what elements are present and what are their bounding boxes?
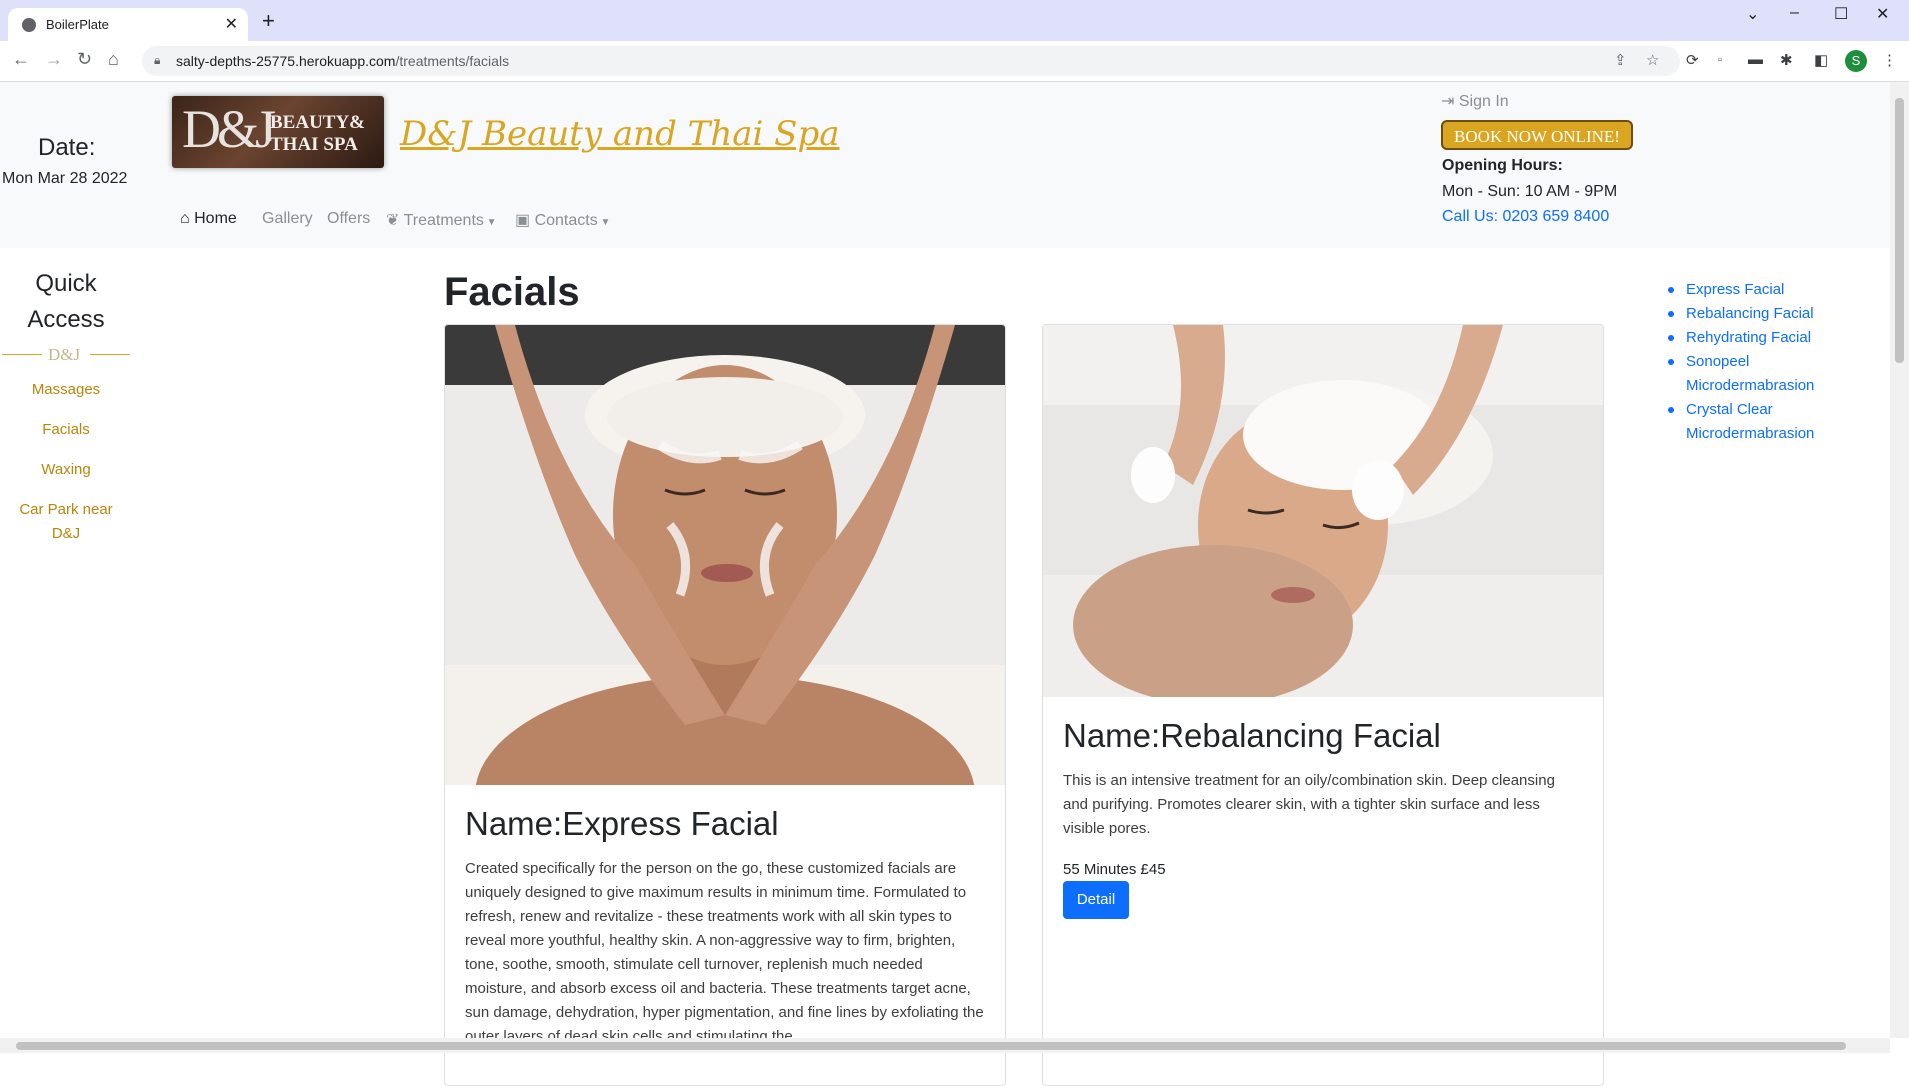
vertical-scrollbar[interactable] [1890, 82, 1909, 1038]
express-facial-image [445, 325, 1005, 785]
globe-icon [22, 18, 36, 32]
close-tab-icon[interactable]: ✕ [225, 14, 238, 34]
nav-treatments[interactable]: ❦ Treatments ▼ [386, 210, 497, 230]
maximize-icon[interactable]: ☐ [1834, 4, 1848, 24]
lock-icon: 🔒︎ [154, 53, 161, 67]
quick-link-facials[interactable]: Facials [0, 418, 132, 442]
tab-search-icon[interactable]: ⌄ [1746, 4, 1759, 24]
book-now-button[interactable]: BOOK NOW ONLINE! [1441, 120, 1633, 150]
share-icon[interactable]: ⇪ [1614, 51, 1627, 69]
close-window-icon[interactable]: ✕ [1876, 4, 1889, 24]
tab-title: BoilerPlate [46, 17, 109, 32]
extensions-puzzle-icon[interactable]: ✱ [1780, 51, 1793, 69]
quick-link-massages[interactable]: Massages [0, 378, 132, 402]
nav-offers[interactable]: Offers [327, 210, 370, 228]
site-header: Date: Mon Mar 28 2022 D&J BEAUTY& THAI S… [0, 82, 1890, 248]
sign-in-link[interactable]: ⇥ Sign In [1441, 91, 1509, 111]
browser-toolbar: ← → ↻ ⌂ 🔒︎ salty-depths-25775.herokuapp.… [0, 41, 1909, 82]
quick-link-waxing[interactable]: Waxing [0, 458, 132, 482]
toc-item[interactable]: Rehydrating Facial [1668, 326, 1868, 350]
extension-b-icon[interactable]: ▫ [1718, 54, 1722, 66]
opening-hours-value: Mon - Sun: 10 AM - 9PM [1442, 183, 1618, 200]
site-logo[interactable]: D&J BEAUTY& THAI SPA [172, 96, 384, 168]
quick-access-divider: D&J [2, 345, 130, 364]
address-bar[interactable]: 🔒︎ salty-depths-25775.herokuapp.com/trea… [142, 46, 1680, 76]
minimize-icon[interactable]: – [1790, 4, 1799, 22]
caret-down-icon: ▼ [483, 217, 497, 228]
side-panel-icon[interactable]: ◧ [1814, 51, 1828, 69]
date-value: Mon Mar 28 2022 [2, 170, 128, 187]
quick-access-title: Quick Access [27, 270, 105, 333]
home-icon: ⌂ [180, 210, 195, 227]
profile-avatar[interactable]: S [1845, 50, 1867, 72]
treatment-card: Name:Rebalancing Facial This is an inten… [1042, 324, 1604, 1086]
reload-icon[interactable]: ↻ [77, 49, 92, 70]
browser-tab[interactable]: BoilerPlate ✕ [8, 8, 248, 41]
card-title: Name:Express Facial [465, 805, 779, 842]
horizontal-scrollbar[interactable] [0, 1038, 1890, 1053]
card-description: Created specifically for the person on t… [465, 860, 984, 1045]
toc-item[interactable]: Crystal Clear Microdermabrasion [1668, 398, 1868, 446]
extension-plant-icon[interactable]: ▬ [1748, 51, 1763, 68]
caret-down-icon: ▼ [597, 217, 611, 228]
nav-gallery[interactable]: Gallery [262, 210, 313, 228]
card-description: This is an intensive treatment for an oi… [1063, 772, 1555, 837]
card-title: Name:Rebalancing Facial [1063, 717, 1441, 754]
bookmark-star-icon[interactable]: ☆ [1646, 51, 1659, 69]
extension-sync-icon[interactable]: ⟳ [1686, 51, 1699, 69]
new-tab-icon[interactable]: + [262, 8, 275, 34]
opening-hours-title: Opening Hours: [1442, 157, 1563, 174]
toc-item[interactable]: Sonopeel Microdermabrasion [1668, 350, 1868, 398]
quick-link-car-park[interactable]: Car Park near D&J [0, 498, 132, 546]
home-icon[interactable]: ⌂ [108, 49, 119, 70]
treatment-card: Name:Express Facial Created specifically… [444, 324, 1006, 1086]
toc-item[interactable]: Express Facial [1668, 278, 1868, 302]
detail-button[interactable]: Detail [1063, 881, 1129, 919]
page-title: Facials [444, 270, 580, 314]
forward-icon[interactable]: → [45, 49, 63, 70]
nav-home[interactable]: ⌂ Home [180, 210, 237, 228]
call-us-link[interactable]: Call Us: 0203 659 8400 [1442, 208, 1609, 226]
rebalancing-facial-image [1043, 325, 1603, 697]
contact-card-icon: ▣ [515, 212, 535, 229]
browser-tab-strip: BoilerPlate ✕ + ⌄ – ☐ ✕ [0, 0, 1909, 41]
url-text[interactable]: salty-depths-25775.herokuapp.com/treatme… [176, 53, 509, 69]
sign-in-icon: ⇥ [1441, 93, 1459, 110]
date-label: Date: [38, 134, 96, 161]
back-icon[interactable]: ← [12, 49, 30, 70]
site-title-link[interactable]: D&J Beauty and Thai Spa [400, 114, 840, 154]
nav-contacts[interactable]: ▣ Contacts ▼ [515, 210, 610, 230]
lotus-icon: ❦ [386, 212, 404, 229]
menu-kebab-icon[interactable]: ⋮ [1882, 51, 1897, 69]
card-price: 55 Minutes £45 [1063, 861, 1166, 878]
treatment-toc: Express Facial Rebalancing Facial Rehydr… [1668, 278, 1868, 446]
toc-item[interactable]: Rebalancing Facial [1668, 302, 1868, 326]
